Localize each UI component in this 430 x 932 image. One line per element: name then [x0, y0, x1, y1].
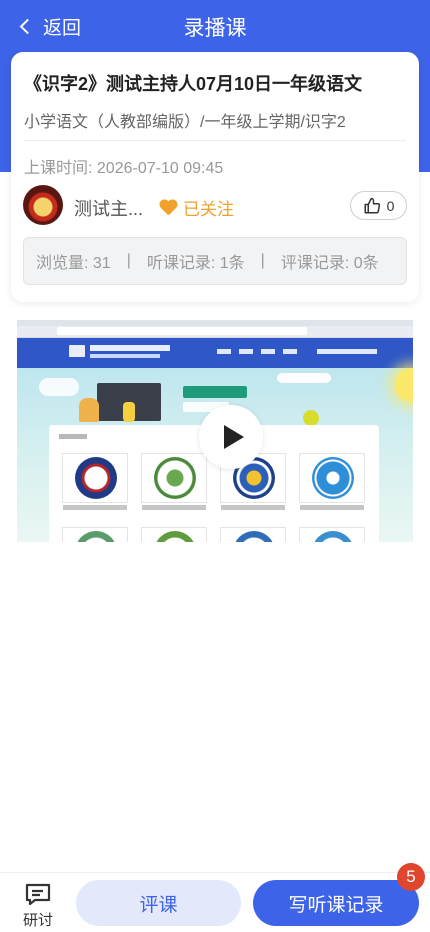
- follow-button[interactable]: 已关注: [159, 195, 234, 220]
- page-title: 录播课: [183, 17, 247, 40]
- host-name[interactable]: 测试主...: [74, 195, 143, 221]
- like-button[interactable]: 0: [350, 191, 407, 220]
- like-count: 0: [386, 197, 395, 214]
- discuss-button[interactable]: 研讨: [14, 883, 62, 929]
- course-subtitle: 小学语文（人教部编版）/一年级上学期/识字2: [24, 114, 346, 131]
- record-count-badge: 5: [397, 863, 425, 891]
- page: 返回 录播课 《识字2》测试主持人07月10日一年级语文 小学语文（人教部编版）…: [0, 0, 430, 932]
- play-icon: [224, 425, 244, 449]
- views-stat: 浏览量: 31: [36, 255, 111, 272]
- video-frame-site-nav: [17, 338, 413, 368]
- review-button[interactable]: 评课: [76, 880, 241, 926]
- discuss-label: 研讨: [22, 912, 53, 929]
- stat-separator: |: [260, 252, 265, 269]
- play-button[interactable]: [199, 405, 263, 469]
- video-player[interactable]: [17, 320, 413, 542]
- avatar[interactable]: [23, 185, 63, 225]
- stats-bar: 浏览量: 31 | 听课记录: 1条 | 评课记录: 0条: [23, 237, 407, 285]
- write-record-button[interactable]: 写听课记录: [253, 880, 419, 926]
- video-frame-browser-bar: [17, 320, 413, 338]
- course-info-card: 《识字2》测试主持人07月10日一年级语文 小学语文（人教部编版）/一年级上学期…: [11, 52, 419, 302]
- thumbs-up-icon: [364, 197, 380, 213]
- class-time: 上课时间: 2026-07-10 09:45: [24, 154, 223, 178]
- course-title: 《识字2》测试主持人07月10日一年级语文: [24, 74, 363, 94]
- stat-separator: |: [126, 252, 131, 269]
- bottom-action-bar: 研讨 评课 写听课记录: [0, 872, 430, 932]
- divider: [24, 140, 406, 141]
- follow-label: 已关注: [183, 200, 234, 219]
- review-records-stat[interactable]: 评课记录: 0条: [281, 249, 379, 273]
- listen-records-stat[interactable]: 听课记录: 1条: [147, 249, 245, 273]
- heart-icon: [159, 200, 177, 216]
- top-bar: 返回 录播课: [0, 0, 430, 52]
- class-time-label: 上课时间:: [24, 160, 93, 177]
- chat-icon: [25, 883, 51, 906]
- class-time-value: 2026-07-10 09:45: [96, 160, 224, 177]
